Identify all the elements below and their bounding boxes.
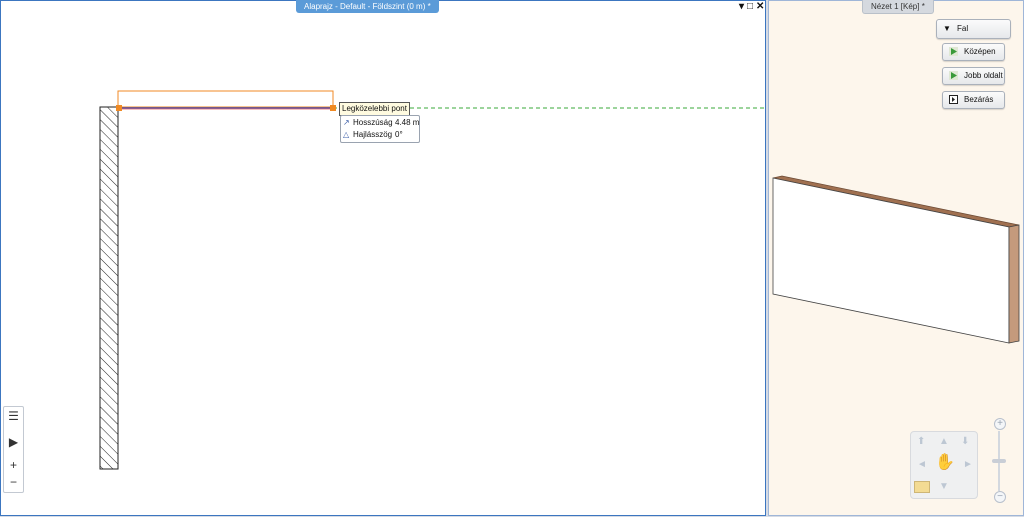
floor-plan-canvas[interactable] bbox=[1, 1, 767, 517]
3d-view-tab[interactable]: Nézet 1 [Kép] * bbox=[862, 0, 934, 14]
close-button[interactable]: Bezárás bbox=[942, 91, 1005, 109]
wall-start-point bbox=[116, 105, 122, 111]
zoom-in-button[interactable]: + bbox=[4, 458, 23, 472]
floor-plan-view[interactable]: Legközelebbi pont ↗ Hosszúság 4.48 m △ Hajl… bbox=[0, 0, 767, 517]
right-side-button-label: Jobb oldalt bbox=[964, 71, 1003, 80]
exit-icon bbox=[949, 95, 958, 104]
new-wall-preview bbox=[117, 90, 334, 108]
right-side-button[interactable]: Jobb oldalt bbox=[942, 67, 1005, 85]
chevron-down-icon: ▼ bbox=[943, 24, 951, 33]
side-toolbar: ☰ ▶ + − bbox=[3, 406, 24, 493]
maximize-icon[interactable]: □ bbox=[747, 1, 753, 12]
existing-wall bbox=[99, 106, 119, 470]
view-type-icon[interactable] bbox=[914, 481, 930, 493]
arrow-up-icon[interactable]: ▲ bbox=[939, 437, 949, 447]
angle-label: Hajlásszög bbox=[353, 130, 393, 139]
wall-side-face bbox=[1008, 224, 1020, 344]
arrow-left-icon[interactable]: ◄ bbox=[917, 460, 927, 470]
dropdown-icon[interactable]: ▾ bbox=[739, 1, 744, 12]
zoom-out-button[interactable]: − bbox=[4, 475, 23, 489]
zoom-slider-thumb[interactable] bbox=[992, 459, 1006, 463]
zoom-minus-button[interactable]: − bbox=[994, 491, 1006, 503]
angle-value[interactable]: 0° bbox=[395, 130, 403, 139]
pan-hand-icon[interactable]: ✋ bbox=[935, 454, 955, 472]
arrow-down-icon[interactable]: ▼ bbox=[939, 482, 949, 492]
center-button-label: Középen bbox=[964, 47, 996, 56]
angle-row: △ Hajlásszög 0° bbox=[343, 129, 403, 140]
expand-icon[interactable]: ▶ bbox=[4, 435, 23, 449]
wall-end-point bbox=[330, 105, 336, 111]
list-icon[interactable]: ☰ bbox=[4, 409, 23, 423]
wall-menu-header[interactable]: ▼ Fal bbox=[936, 19, 1011, 39]
arrow-right-icon[interactable]: ► bbox=[963, 460, 973, 470]
wall-front-face bbox=[772, 177, 1010, 344]
rotate-down-right-icon[interactable]: ⬇ bbox=[961, 437, 969, 447]
length-icon: ↗ bbox=[343, 118, 350, 127]
length-value[interactable]: 4.48 m bbox=[395, 118, 419, 127]
wall-menu-label: Fal bbox=[957, 24, 969, 33]
angle-icon: △ bbox=[343, 130, 350, 139]
floor-plan-tab[interactable]: Alaprajz - Default - Földszint (0 m) * bbox=[296, 0, 439, 13]
length-label: Hosszúság bbox=[353, 118, 393, 127]
play-icon bbox=[949, 71, 958, 80]
snap-tooltip: Legközelebbi pont bbox=[339, 102, 410, 116]
center-button[interactable]: Középen bbox=[942, 43, 1005, 61]
close-icon[interactable]: ✕ bbox=[756, 1, 764, 12]
zoom-plus-button[interactable]: + bbox=[994, 418, 1006, 430]
dimension-info-box: ↗ Hosszúság 4.48 m △ Hajlásszög 0° bbox=[340, 115, 420, 143]
play-icon bbox=[949, 47, 958, 56]
length-row: ↗ Hosszúság 4.48 m bbox=[343, 117, 419, 128]
close-button-label: Bezárás bbox=[964, 95, 994, 104]
rotate-up-left-icon[interactable]: ⬆ bbox=[917, 437, 925, 447]
navigation-pad[interactable]: ⬆ ▲ ⬇ ◄ ✋ ► ▼ bbox=[910, 431, 978, 499]
zoom-slider[interactable]: + − bbox=[991, 413, 1007, 513]
